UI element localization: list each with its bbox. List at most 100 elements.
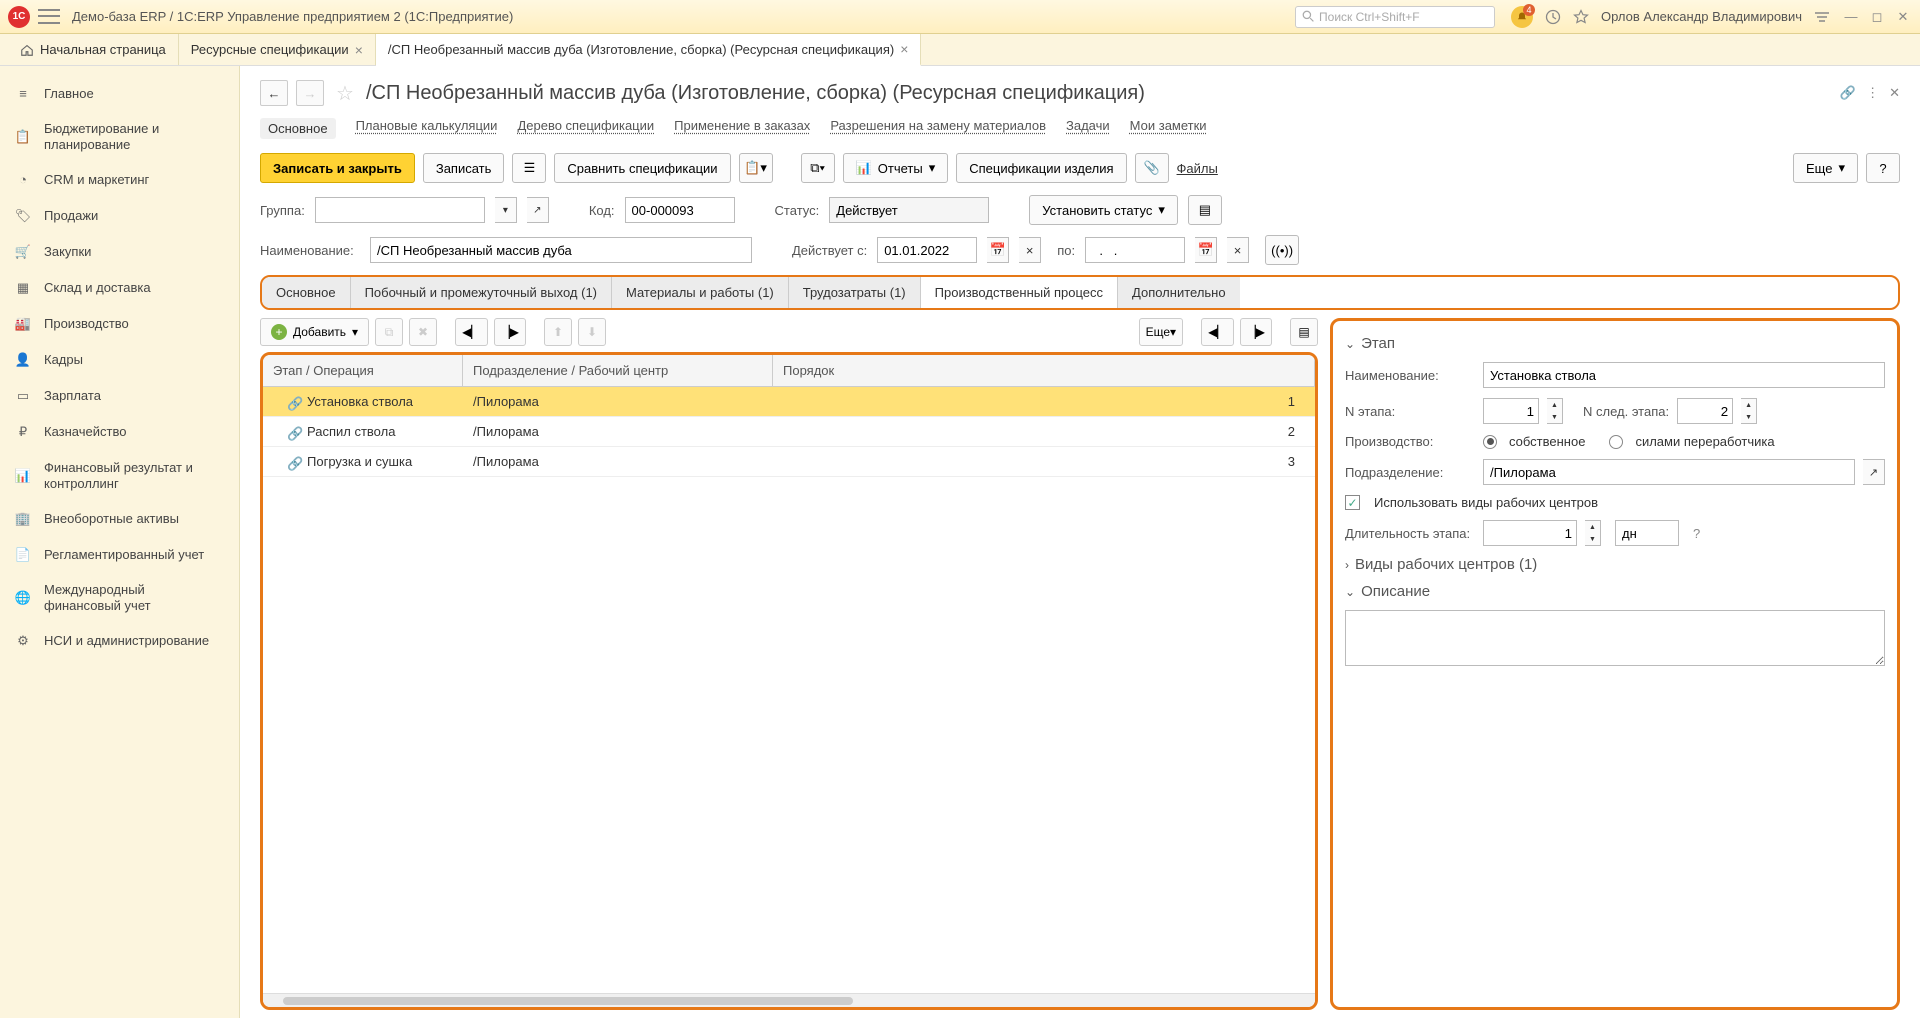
compare-button[interactable]: Сравнить спецификации (554, 153, 730, 183)
duration-unit-input[interactable] (1615, 520, 1679, 546)
tab-current-spec[interactable]: /СП Необрезанный массив дуба (Изготовлен… (376, 34, 922, 66)
tab-resource-specs[interactable]: Ресурсные спецификации × (179, 34, 376, 65)
navlink-orders[interactable]: Применение в заказах (674, 118, 810, 139)
notifications-icon[interactable]: 4 (1511, 6, 1533, 28)
favorite-star-icon[interactable]: ☆ (336, 81, 354, 106)
save-button[interactable]: Записать (423, 153, 505, 183)
sidebar-item-crm[interactable]: ◔CRM и маркетинг (0, 163, 239, 199)
sidebar-item-admin[interactable]: ⚙НСИ и администрирование (0, 624, 239, 660)
navlink-main[interactable]: Основное (260, 118, 336, 139)
navlink-notes[interactable]: Мои заметки (1130, 118, 1207, 139)
navlink-plan-calc[interactable]: Плановые калькуляции (356, 118, 498, 139)
spec-items-button[interactable]: Спецификации изделия (956, 153, 1126, 183)
help-question-icon[interactable]: ? (1693, 526, 1700, 541)
add-button[interactable]: + Добавить ▾ (260, 318, 369, 346)
radio-external[interactable] (1609, 435, 1623, 449)
more-button[interactable]: Еще ▾ (1793, 153, 1858, 183)
left-more-button[interactable]: Еще ▾ (1139, 318, 1183, 346)
window-close[interactable]: ✕ (1894, 9, 1912, 25)
move-up-button[interactable]: ⬆ (544, 318, 572, 346)
horizontal-scrollbar[interactable] (263, 993, 1315, 1007)
close-icon[interactable]: × (900, 41, 908, 57)
help-button[interactable]: ? (1866, 153, 1900, 183)
name-input[interactable] (370, 237, 752, 263)
sidebar-item-production[interactable]: 🏭Производство (0, 307, 239, 343)
sidebar-item-budgeting[interactable]: 📋Бюджетирование и планирование (0, 112, 239, 163)
list-icon-button[interactable]: ☰ (512, 153, 546, 183)
itab-labor[interactable]: Трудозатраты (1) (789, 277, 921, 308)
sidebar-item-purchases[interactable]: 🛒Закупки (0, 235, 239, 271)
itab-materials[interactable]: Материалы и работы (1) (612, 277, 789, 308)
history-icon[interactable] (1545, 9, 1561, 25)
clear-from-button[interactable]: × (1019, 237, 1041, 263)
calendar-icon[interactable]: 📅 (987, 237, 1009, 263)
col-order[interactable]: Порядок (773, 355, 1315, 386)
indent-right-button[interactable]: ▕▶ (494, 318, 526, 346)
set-status-button[interactable]: Установить статус ▾ (1029, 195, 1178, 225)
code-input[interactable] (625, 197, 735, 223)
col-dept[interactable]: Подразделение / Рабочий центр (463, 355, 773, 386)
valid-from-input[interactable] (877, 237, 977, 263)
description-textarea[interactable] (1345, 610, 1885, 666)
settings-lines-icon[interactable] (1814, 10, 1830, 24)
itab-process[interactable]: Производственный процесс (921, 277, 1118, 308)
group-dropdown-button[interactable]: ▾ (495, 197, 517, 223)
stage-name-input[interactable] (1483, 362, 1885, 388)
nav-back-button[interactable]: ← (260, 80, 288, 106)
favorites-icon[interactable] (1573, 9, 1589, 25)
right-indent-left-button[interactable]: ◀▏ (1201, 318, 1233, 346)
right-list-button[interactable]: ▤ (1290, 318, 1318, 346)
close-page-icon[interactable]: ✕ (1889, 85, 1900, 101)
sidebar-item-regulated[interactable]: 📄Регламентированный учет (0, 537, 239, 573)
sidebar-item-main[interactable]: ≡Главное (0, 76, 239, 112)
radio-own[interactable] (1483, 435, 1497, 449)
copy-row-button[interactable]: ⧉ (375, 318, 403, 346)
save-close-button[interactable]: Записать и закрыть (260, 153, 415, 183)
section-stage[interactable]: ⌄Этап (1345, 335, 1885, 352)
valid-to-input[interactable] (1085, 237, 1185, 263)
itab-extra[interactable]: Дополнительно (1118, 277, 1240, 308)
sidebar-item-warehouse[interactable]: ▦Склад и доставка (0, 271, 239, 307)
itab-byproduct[interactable]: Побочный и промежуточный выход (1) (351, 277, 612, 308)
sidebar-item-treasury[interactable]: ₽Казначейство (0, 415, 239, 451)
nav-forward-button[interactable]: → (296, 80, 324, 106)
stage-n-input[interactable] (1483, 398, 1539, 424)
indent-left-button[interactable]: ◀▏ (455, 318, 487, 346)
sidebar-item-ifrs[interactable]: 🌐Международный финансовый учет (0, 573, 239, 624)
duplicate-dropdown-button[interactable]: ⧉▾ (801, 153, 835, 183)
group-open-button[interactable]: ↗ (527, 197, 549, 223)
files-link[interactable]: Файлы (1177, 161, 1218, 176)
status-extra-button[interactable]: ▤ (1188, 195, 1222, 225)
col-stage[interactable]: Этап / Операция (263, 355, 463, 386)
stage-n-spinner[interactable]: ▲▼ (1547, 398, 1563, 424)
itab-main[interactable]: Основное (262, 277, 351, 308)
stage-next-input[interactable] (1677, 398, 1733, 424)
calendar-icon[interactable]: 📅 (1195, 237, 1217, 263)
navlink-tree[interactable]: Дерево спецификации (517, 118, 654, 139)
broadcast-button[interactable]: ((•)) (1265, 235, 1299, 265)
sidebar-item-assets[interactable]: 🏢Внеоборотные активы (0, 501, 239, 537)
navlink-replace[interactable]: Разрешения на замену материалов (830, 118, 1046, 139)
dept-open-button[interactable]: ↗ (1863, 459, 1885, 485)
delete-row-button[interactable]: ✖ (409, 318, 437, 346)
sidebar-item-hr[interactable]: 👤Кадры (0, 343, 239, 379)
close-icon[interactable]: × (355, 42, 363, 58)
group-input[interactable] (315, 197, 485, 223)
duration-spinner[interactable]: ▲▼ (1585, 520, 1601, 546)
move-down-button[interactable]: ⬇ (578, 318, 606, 346)
hamburger-icon[interactable] (38, 7, 60, 27)
username[interactable]: Орлов Александр Владимирович (1601, 9, 1802, 24)
window-minimize[interactable]: — (1842, 9, 1860, 25)
dept-input[interactable] (1483, 459, 1855, 485)
copy-dropdown-button[interactable]: 📋▾ (739, 153, 773, 183)
window-maximize[interactable]: ◻ (1868, 9, 1886, 25)
stage-next-spinner[interactable]: ▲▼ (1741, 398, 1757, 424)
section-wc-types[interactable]: ›Виды рабочих центров (1) (1345, 556, 1885, 573)
sidebar-item-finance[interactable]: 📊Финансовый результат и контроллинг (0, 451, 239, 502)
link-icon[interactable]: 🔗 (1840, 85, 1856, 101)
navlink-tasks[interactable]: Задачи (1066, 118, 1110, 139)
duration-input[interactable] (1483, 520, 1577, 546)
global-search-input[interactable]: Поиск Ctrl+Shift+F (1295, 6, 1495, 28)
kebab-icon[interactable]: ⋮ (1866, 85, 1879, 101)
right-indent-right-button[interactable]: ▕▶ (1240, 318, 1272, 346)
